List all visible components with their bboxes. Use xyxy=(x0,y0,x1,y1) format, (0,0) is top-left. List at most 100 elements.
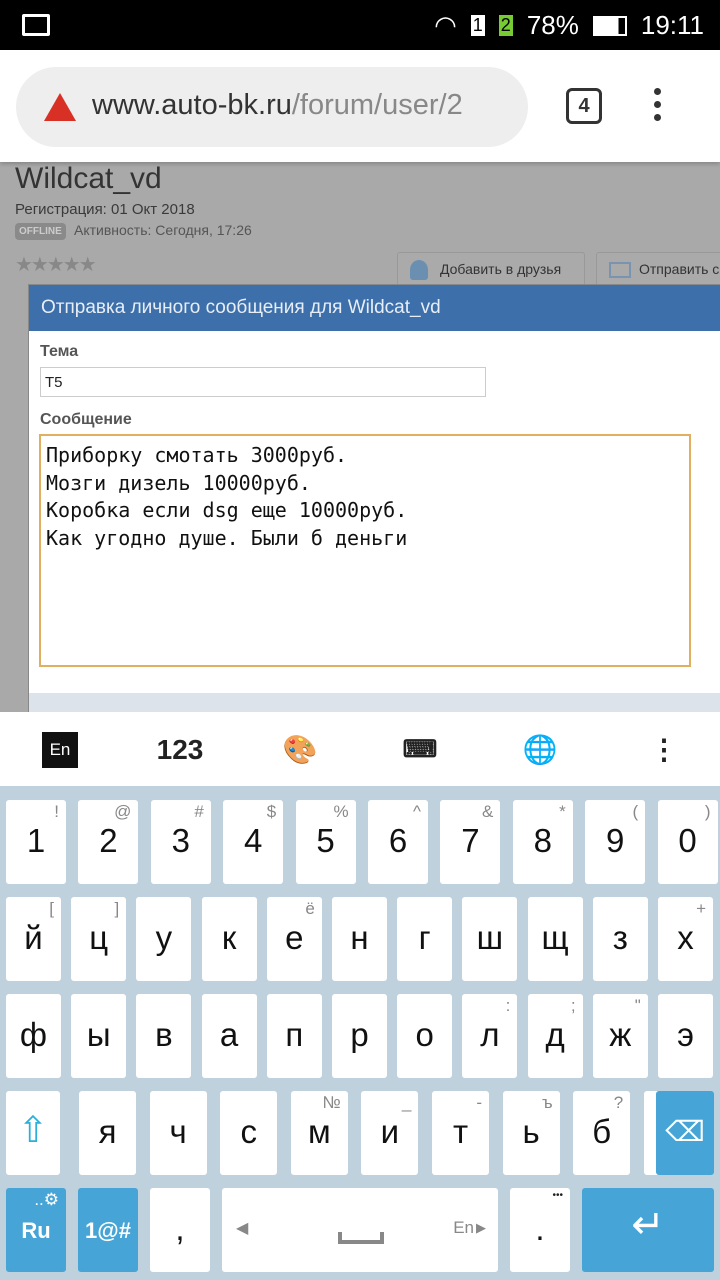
key-5[interactable]: % 5 xyxy=(295,800,356,884)
key-hint: $ xyxy=(266,802,277,821)
key-9[interactable]: (9 xyxy=(585,800,646,884)
subject-label: Тема xyxy=(40,343,79,360)
key-hint: % xyxy=(333,802,349,821)
key-т[interactable]: -т xyxy=(432,1091,489,1175)
key-label: р xyxy=(350,1016,369,1053)
sim1-signal-icon: 1 xyxy=(470,15,485,36)
key-label: ж xyxy=(609,1016,632,1053)
key-л[interactable]: :л xyxy=(462,994,518,1078)
space-key[interactable]: ◀ En ▶ xyxy=(222,1188,498,1272)
key-ч[interactable]: ч xyxy=(149,1091,207,1175)
key-hint: ] xyxy=(114,899,120,918)
comma-key[interactable]: , xyxy=(150,1188,210,1272)
wifi-icon: ◠ xyxy=(434,10,457,40)
key-р[interactable]: р xyxy=(332,994,387,1078)
key-label: е xyxy=(285,919,304,956)
key-8[interactable]: * 8 xyxy=(512,800,573,884)
shift-key[interactable]: ⇧ xyxy=(6,1091,60,1175)
key-и[interactable]: _ и xyxy=(361,1091,419,1175)
enter-key[interactable]: ↵ xyxy=(582,1188,714,1272)
key-hint: : xyxy=(505,996,511,1015)
private-message-dialog: Отправка личного сообщения для Wildcat_v… xyxy=(28,284,720,712)
key-label: ц xyxy=(89,919,109,956)
key-ы[interactable]: ы xyxy=(71,994,127,1078)
key-label: 1@# xyxy=(85,1218,131,1243)
key-7[interactable]: & 7 xyxy=(440,800,501,884)
space-bar-icon xyxy=(338,1232,384,1244)
last-activity: Активность: Сегодня, 17:26 xyxy=(74,222,252,238)
key-hint: _ xyxy=(401,1093,412,1112)
more-menu-icon[interactable] xyxy=(654,88,664,127)
key-а[interactable]: а xyxy=(201,994,257,1078)
key-е[interactable]: ёе xyxy=(266,897,322,981)
key-label: х xyxy=(677,919,694,956)
numbers-button[interactable]: 123 xyxy=(145,730,215,770)
key-в[interactable]: в xyxy=(136,994,192,1078)
key-э[interactable]: э xyxy=(658,994,713,1078)
message-textarea[interactable]: Приборку смотать 3000руб. Мозги дизель 1… xyxy=(39,434,691,667)
clock: 19:11 xyxy=(640,10,704,40)
address-bar[interactable]: www.auto-bk.ru/forum/user/2 xyxy=(16,67,528,147)
symbols-key[interactable]: 1@# xyxy=(78,1188,138,1272)
key-й[interactable]: [й xyxy=(6,897,61,981)
key-н[interactable]: н xyxy=(332,897,387,981)
key-0[interactable]: ) 0 xyxy=(657,800,718,884)
url-host: www.auto-bk.ru xyxy=(92,89,292,121)
rating-stars-icon: ★★★★★ xyxy=(15,254,97,276)
key-4[interactable]: $4 xyxy=(223,800,284,884)
more-options-icon[interactable]: ⋮ xyxy=(650,730,678,770)
key-1[interactable]: ! 1 xyxy=(6,800,66,884)
shift-icon: ⇧ xyxy=(17,1109,49,1150)
language-switch-key[interactable]: ..⚙ Ru xyxy=(6,1188,66,1272)
key-з[interactable]: з xyxy=(592,897,648,981)
key-label: о xyxy=(415,1016,434,1053)
key-hint: ^ xyxy=(413,802,421,821)
key-6[interactable]: ^ 6 xyxy=(368,800,428,884)
key-label: г xyxy=(418,919,431,956)
key-label: , xyxy=(175,1210,185,1247)
key-label: в xyxy=(155,1016,173,1053)
key-label: б xyxy=(592,1113,612,1150)
key-label: ш xyxy=(476,919,504,956)
tab-switcher-button[interactable]: 4 xyxy=(566,88,602,124)
period-key[interactable]: •••. xyxy=(510,1188,570,1272)
key-с[interactable]: с xyxy=(220,1091,278,1175)
add-friend-button[interactable]: Добавить в друзья xyxy=(397,252,585,286)
key-ф[interactable]: ф xyxy=(6,994,61,1078)
key-label: а xyxy=(219,1016,239,1053)
key-label: э xyxy=(677,1016,694,1053)
key-label: 4 xyxy=(244,822,263,859)
globe-icon[interactable]: 🌐 xyxy=(520,730,560,770)
key-label: ь xyxy=(522,1113,540,1150)
palette-icon[interactable]: 🎨 xyxy=(278,730,322,770)
key-ж[interactable]: " ж xyxy=(592,994,648,1078)
key-ш[interactable]: ш xyxy=(462,897,518,981)
battery-icon xyxy=(592,15,627,36)
language-button[interactable]: En xyxy=(42,732,78,768)
subject-input[interactable]: T5 xyxy=(40,367,486,397)
key-я[interactable]: я xyxy=(79,1091,136,1175)
key-г[interactable]: г xyxy=(397,897,453,981)
key-2[interactable]: @2 xyxy=(78,800,139,884)
key-п[interactable]: п xyxy=(266,994,322,1078)
key-hint: № xyxy=(322,1093,341,1112)
key-ц[interactable]: ] ц xyxy=(71,897,127,981)
key-о[interactable]: о xyxy=(397,994,453,1078)
key-д[interactable]: ; д xyxy=(527,994,583,1078)
key-х[interactable]: + х xyxy=(658,897,713,981)
message-label: Сообщение xyxy=(40,411,132,428)
send-message-button[interactable]: Отправить с xyxy=(596,252,720,286)
key-label: к xyxy=(221,919,237,956)
key-б[interactable]: ? б xyxy=(573,1091,631,1175)
send-message-label: Отправить с xyxy=(639,261,720,277)
key-3[interactable]: #3 xyxy=(150,800,211,884)
key-hint: ( xyxy=(632,802,639,821)
key-ь[interactable]: ъь xyxy=(502,1091,560,1175)
key-у[interactable]: у xyxy=(136,897,192,981)
backspace-key[interactable]: ⌫ xyxy=(656,1091,714,1175)
key-щ[interactable]: щ xyxy=(527,897,583,981)
hide-keyboard-icon[interactable]: ⌨ xyxy=(398,730,442,770)
key-м[interactable]: № м xyxy=(290,1091,348,1175)
add-friend-label: Добавить в друзья xyxy=(440,261,562,277)
key-к[interactable]: к xyxy=(201,897,257,981)
